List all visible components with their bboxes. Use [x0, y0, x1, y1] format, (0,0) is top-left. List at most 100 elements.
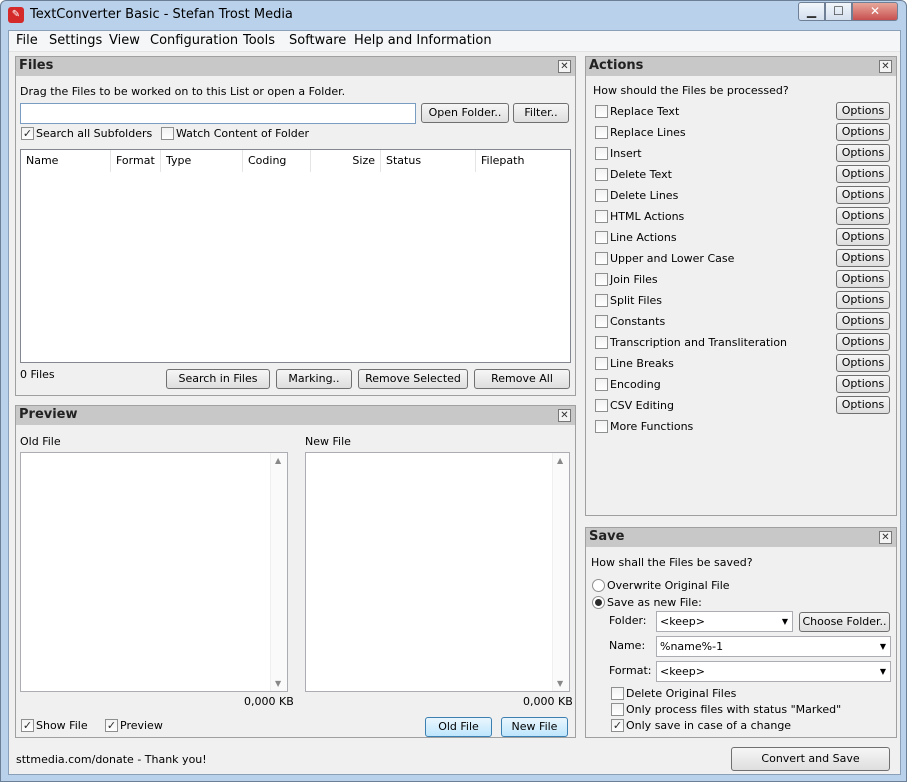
only-marked-checkbox[interactable] [611, 703, 624, 716]
old-file-size: 0,000 KB [244, 695, 294, 708]
menu-configuration[interactable]: Configuration [150, 33, 238, 48]
folder-path-input[interactable] [20, 103, 416, 124]
action-checkbox[interactable] [595, 273, 608, 286]
actions-panel-close-icon[interactable]: ✕ [879, 60, 892, 73]
watch-folder-checkbox[interactable] [161, 127, 174, 140]
action-options-button[interactable]: Options [836, 186, 890, 204]
name-select[interactable]: %name%-1 ▼ [656, 636, 891, 657]
watch-folder-label: Watch Content of Folder [176, 127, 310, 140]
new-file-scrollbar[interactable]: ▲ ▼ [552, 453, 569, 691]
new-file-size: 0,000 KB [523, 695, 573, 708]
format-select-value: <keep> [660, 665, 705, 678]
preview-panel: Preview ✕ Old File New File ▲ ▼ ▲ ▼ 0,00… [15, 405, 576, 738]
search-in-files-button[interactable]: Search in Files [166, 369, 270, 389]
app-logo-icon: ✎ [8, 7, 24, 23]
overwrite-radio[interactable] [592, 579, 605, 592]
action-checkbox[interactable] [595, 399, 608, 412]
remove-all-button[interactable]: Remove All [474, 369, 570, 389]
action-options-button[interactable]: Options [836, 354, 890, 372]
column-header-name[interactable]: Name [21, 150, 111, 172]
column-header-format[interactable]: Format [111, 150, 161, 172]
only-change-checkbox[interactable]: ✓ [611, 719, 624, 732]
show-file-checkbox[interactable]: ✓ [21, 719, 34, 732]
scroll-down-icon[interactable]: ▼ [557, 679, 563, 688]
action-checkbox[interactable] [595, 210, 608, 223]
folder-label: Folder: [609, 614, 647, 627]
old-file-button[interactable]: Old File [425, 717, 492, 737]
action-checkbox[interactable] [595, 126, 608, 139]
action-options-button[interactable]: Options [836, 144, 890, 162]
action-label: Constants [610, 315, 666, 328]
preview-checkbox[interactable]: ✓ [105, 719, 118, 732]
scroll-up-icon[interactable]: ▲ [275, 456, 281, 465]
action-label: Delete Text [610, 168, 672, 181]
action-options-button[interactable]: Options [836, 270, 890, 288]
menu-settings[interactable]: Settings [49, 33, 102, 48]
save-panel-title: Save [589, 529, 625, 544]
menu-tools[interactable]: Tools [243, 33, 275, 48]
save-panel-close-icon[interactable]: ✕ [879, 531, 892, 544]
search-subfolders-checkbox[interactable]: ✓ [21, 127, 34, 140]
file-list[interactable]: Name Format Type Coding Size Status File… [20, 149, 571, 363]
save-new-radio[interactable] [592, 596, 605, 609]
action-options-button[interactable]: Options [836, 165, 890, 183]
action-options-button[interactable]: Options [836, 207, 890, 225]
scroll-up-icon[interactable]: ▲ [557, 456, 563, 465]
action-checkbox[interactable] [595, 168, 608, 181]
old-file-preview[interactable]: ▲ ▼ [20, 452, 288, 692]
menu-software[interactable]: Software [289, 33, 346, 48]
action-options-button[interactable]: Options [836, 123, 890, 141]
action-options-button[interactable]: Options [836, 228, 890, 246]
maximize-button[interactable]: ☐ [825, 2, 852, 21]
action-checkbox[interactable] [595, 357, 608, 370]
new-file-button[interactable]: New File [501, 717, 568, 737]
files-panel-close-icon[interactable]: ✕ [558, 60, 571, 73]
column-header-status[interactable]: Status [381, 150, 476, 172]
open-folder-button[interactable]: Open Folder.. [421, 103, 509, 123]
action-options-button[interactable]: Options [836, 102, 890, 120]
choose-folder-button[interactable]: Choose Folder.. [799, 612, 890, 632]
action-options-button[interactable]: Options [836, 333, 890, 351]
preview-panel-close-icon[interactable]: ✕ [558, 409, 571, 422]
actions-question: How should the Files be processed? [593, 84, 789, 97]
column-header-coding[interactable]: Coding [243, 150, 311, 172]
column-header-filepath[interactable]: Filepath [476, 150, 570, 172]
action-checkbox[interactable] [595, 315, 608, 328]
action-checkbox[interactable] [595, 231, 608, 244]
delete-original-checkbox[interactable] [611, 687, 624, 700]
close-window-button[interactable]: ✕ [852, 2, 898, 21]
action-options-button[interactable]: Options [836, 312, 890, 330]
action-options-button[interactable]: Options [836, 396, 890, 414]
actions-panel-title: Actions [589, 58, 644, 73]
scroll-down-icon[interactable]: ▼ [275, 679, 281, 688]
action-checkbox[interactable] [595, 105, 608, 118]
column-header-type[interactable]: Type [161, 150, 243, 172]
convert-and-save-button[interactable]: Convert and Save [731, 747, 890, 771]
remove-selected-button[interactable]: Remove Selected [358, 369, 468, 389]
menu-view[interactable]: View [109, 33, 140, 48]
action-checkbox[interactable] [595, 189, 608, 202]
old-file-scrollbar[interactable]: ▲ ▼ [270, 453, 287, 691]
folder-select[interactable]: <keep> ▼ [656, 611, 793, 632]
action-options-button[interactable]: Options [836, 375, 890, 393]
action-options-button[interactable]: Options [836, 291, 890, 309]
delete-original-label: Delete Original Files [626, 687, 737, 700]
filter-button[interactable]: Filter.. [513, 103, 569, 123]
minimize-button[interactable]: ▁ [798, 2, 825, 21]
new-file-preview[interactable]: ▲ ▼ [305, 452, 570, 692]
action-checkbox[interactable] [595, 420, 608, 433]
marking-button[interactable]: Marking.. [276, 369, 352, 389]
action-options-button[interactable]: Options [836, 249, 890, 267]
preview-checkbox-label: Preview [120, 719, 163, 732]
action-checkbox[interactable] [595, 294, 608, 307]
menu-help[interactable]: Help and Information [354, 33, 492, 48]
action-label: Encoding [610, 378, 661, 391]
column-header-size[interactable]: Size [311, 150, 381, 172]
action-checkbox[interactable] [595, 252, 608, 265]
only-marked-label: Only process files with status "Marked" [626, 703, 842, 716]
action-checkbox[interactable] [595, 378, 608, 391]
action-checkbox[interactable] [595, 147, 608, 160]
action-checkbox[interactable] [595, 336, 608, 349]
menu-file[interactable]: File [16, 33, 38, 48]
format-select[interactable]: <keep> ▼ [656, 661, 891, 682]
